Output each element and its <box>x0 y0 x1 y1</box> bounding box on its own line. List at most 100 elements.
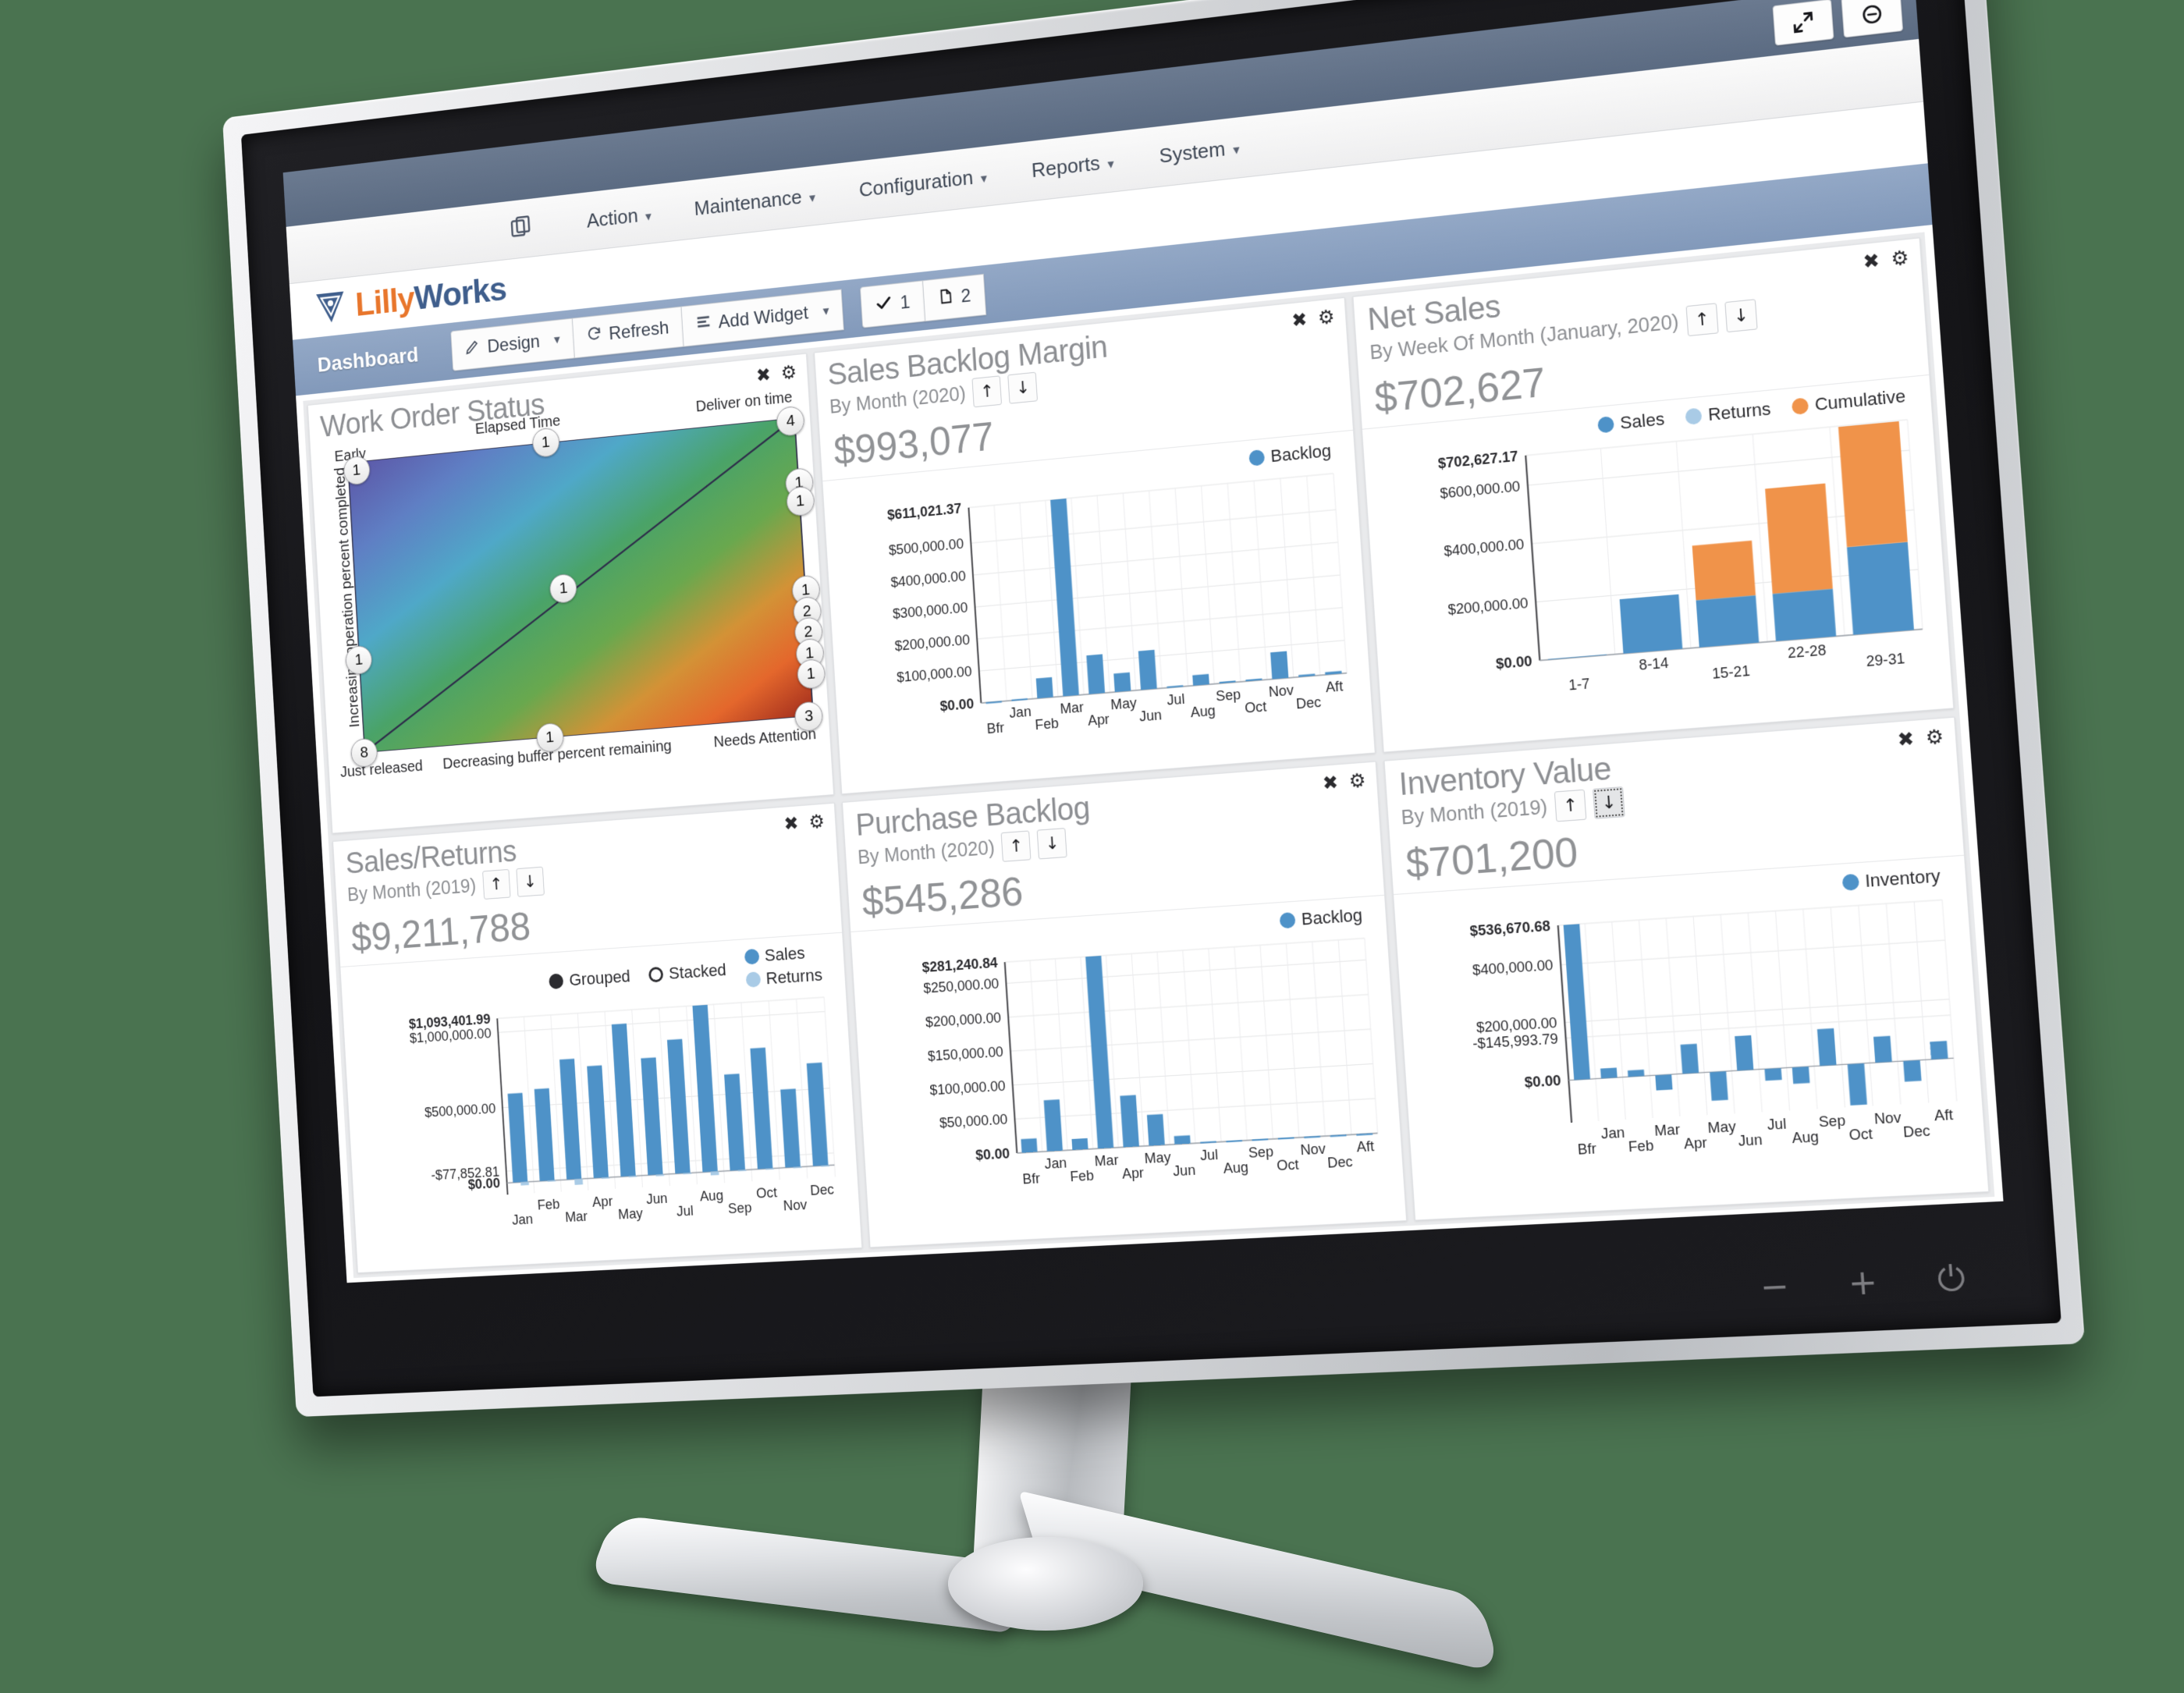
menu-item-reports[interactable]: Reports▾ <box>1008 142 1138 190</box>
refresh-button[interactable]: Refresh <box>571 307 684 359</box>
power-icon[interactable]: ⏻ <box>1936 1261 1966 1297</box>
bar[interactable] <box>1138 650 1156 690</box>
restore-window-button[interactable] <box>1772 0 1834 46</box>
bar[interactable] <box>1838 421 1908 547</box>
bar[interactable] <box>534 1088 555 1181</box>
x-axis-tick-label: Nov <box>1299 1140 1326 1158</box>
bar[interactable] <box>1735 1035 1753 1070</box>
bar[interactable] <box>807 1063 829 1166</box>
bar[interactable] <box>1600 1067 1618 1078</box>
bar[interactable] <box>587 1065 609 1178</box>
bar[interactable] <box>1085 956 1113 1148</box>
bar[interactable] <box>1628 1070 1644 1077</box>
bar[interactable] <box>1050 499 1079 697</box>
bar[interactable] <box>1696 595 1760 648</box>
close-icon[interactable]: ✖ <box>1897 729 1915 750</box>
scroll-down-button[interactable]: ↓ <box>1724 299 1757 332</box>
close-icon[interactable]: ✖ <box>1863 250 1880 272</box>
approved-count-badge[interactable]: 1 <box>860 280 925 328</box>
bar[interactable] <box>574 1179 583 1185</box>
bar[interactable] <box>1147 1114 1165 1146</box>
widget-tools: ✖ ⚙ <box>1322 771 1366 793</box>
mode-grouped-radio[interactable]: Grouped <box>549 967 630 992</box>
gear-icon[interactable]: ⚙ <box>1317 307 1335 327</box>
bar[interactable] <box>1773 589 1837 641</box>
gear-icon[interactable]: ⚙ <box>780 363 797 382</box>
design-button[interactable]: Design ▾ <box>450 318 574 371</box>
menu-item-maintenance[interactable]: Maintenance▾ <box>672 176 838 227</box>
bar[interactable] <box>1656 1074 1673 1091</box>
legend-item-returns[interactable]: Returns <box>745 965 823 990</box>
gear-icon[interactable]: ⚙ <box>808 812 826 832</box>
y-axis-tick-label: $0.00 <box>975 1145 1010 1163</box>
close-icon[interactable]: ✖ <box>1322 773 1339 793</box>
bar[interactable] <box>724 1074 745 1170</box>
bar[interactable] <box>1021 1138 1037 1153</box>
pages-count-badge[interactable]: 2 <box>922 274 987 321</box>
bar[interactable] <box>1765 1068 1782 1081</box>
close-icon[interactable]: ✖ <box>755 365 771 385</box>
menu-item-configuration[interactable]: Configuration▾ <box>836 157 1010 209</box>
bar[interactable] <box>1848 1063 1867 1106</box>
gear-icon[interactable]: ⚙ <box>1925 726 1944 747</box>
bar[interactable] <box>1174 1135 1190 1145</box>
bar[interactable] <box>1035 677 1053 698</box>
close-icon[interactable]: ✖ <box>783 814 799 833</box>
scroll-down-button[interactable]: ↓ <box>1593 786 1625 819</box>
gear-icon[interactable]: ⚙ <box>1348 771 1366 791</box>
bar[interactable] <box>1681 1044 1699 1074</box>
bar[interactable] <box>1252 1138 1268 1141</box>
bar[interactable] <box>1270 651 1288 680</box>
scroll-down-button[interactable]: ↓ <box>516 867 545 897</box>
bar[interactable] <box>667 1039 691 1174</box>
bar[interactable] <box>1847 542 1914 635</box>
bar[interactable] <box>1120 1095 1139 1147</box>
scroll-up-button[interactable]: ↑ <box>482 869 510 900</box>
bar[interactable] <box>1692 541 1756 601</box>
bar[interactable] <box>1304 1136 1320 1138</box>
scroll-up-button[interactable]: ↑ <box>1685 303 1718 336</box>
volume-down-icon[interactable]: − <box>1759 1269 1790 1304</box>
bar[interactable] <box>1817 1028 1837 1066</box>
bar[interactable] <box>1226 1140 1242 1142</box>
bar[interactable] <box>1903 1060 1921 1082</box>
bar[interactable] <box>520 1182 529 1186</box>
bar[interactable] <box>1113 673 1131 692</box>
bar[interactable] <box>1620 595 1683 654</box>
bar[interactable] <box>559 1059 581 1180</box>
gear-icon[interactable]: ⚙ <box>1891 247 1910 268</box>
scroll-up-button[interactable]: ↑ <box>1001 830 1032 861</box>
close-icon[interactable]: ✖ <box>1291 310 1309 330</box>
bar[interactable] <box>1043 1099 1062 1152</box>
bar[interactable] <box>1277 1137 1294 1139</box>
menu-item-action[interactable]: Action▾ <box>565 195 674 240</box>
copy-icon[interactable] <box>508 213 534 245</box>
volume-up-icon[interactable]: + <box>1847 1265 1879 1301</box>
bar[interactable] <box>711 1171 719 1175</box>
bar[interactable] <box>750 1048 772 1169</box>
mode-stacked-radio[interactable]: Stacked <box>648 960 727 985</box>
bar[interactable] <box>1765 484 1833 595</box>
scroll-up-button[interactable]: ↑ <box>972 375 1003 407</box>
menu-item-system[interactable]: System▾ <box>1135 128 1263 176</box>
add-widget-button[interactable]: Add Widget ▾ <box>680 289 844 346</box>
bar[interactable] <box>985 701 1001 704</box>
bar[interactable] <box>1086 655 1105 694</box>
scroll-down-button[interactable]: ↓ <box>1037 828 1067 859</box>
check-icon <box>875 293 893 318</box>
legend-item-sales[interactable]: Sales <box>744 943 805 967</box>
bar[interactable] <box>1200 1141 1216 1144</box>
bar[interactable] <box>1548 655 1607 660</box>
bar[interactable] <box>1930 1041 1948 1059</box>
bar[interactable] <box>1011 698 1028 701</box>
scroll-down-button[interactable]: ↓ <box>1008 372 1039 404</box>
bar[interactable] <box>1071 1138 1088 1150</box>
bar[interactable] <box>1792 1067 1810 1084</box>
bar[interactable] <box>1192 674 1209 686</box>
bar[interactable] <box>692 1005 717 1173</box>
bar[interactable] <box>641 1057 662 1175</box>
bar[interactable] <box>1873 1036 1892 1063</box>
secondary-window-button[interactable] <box>1841 0 1903 38</box>
scroll-up-button[interactable]: ↑ <box>1554 790 1587 822</box>
bar[interactable] <box>1710 1071 1729 1101</box>
